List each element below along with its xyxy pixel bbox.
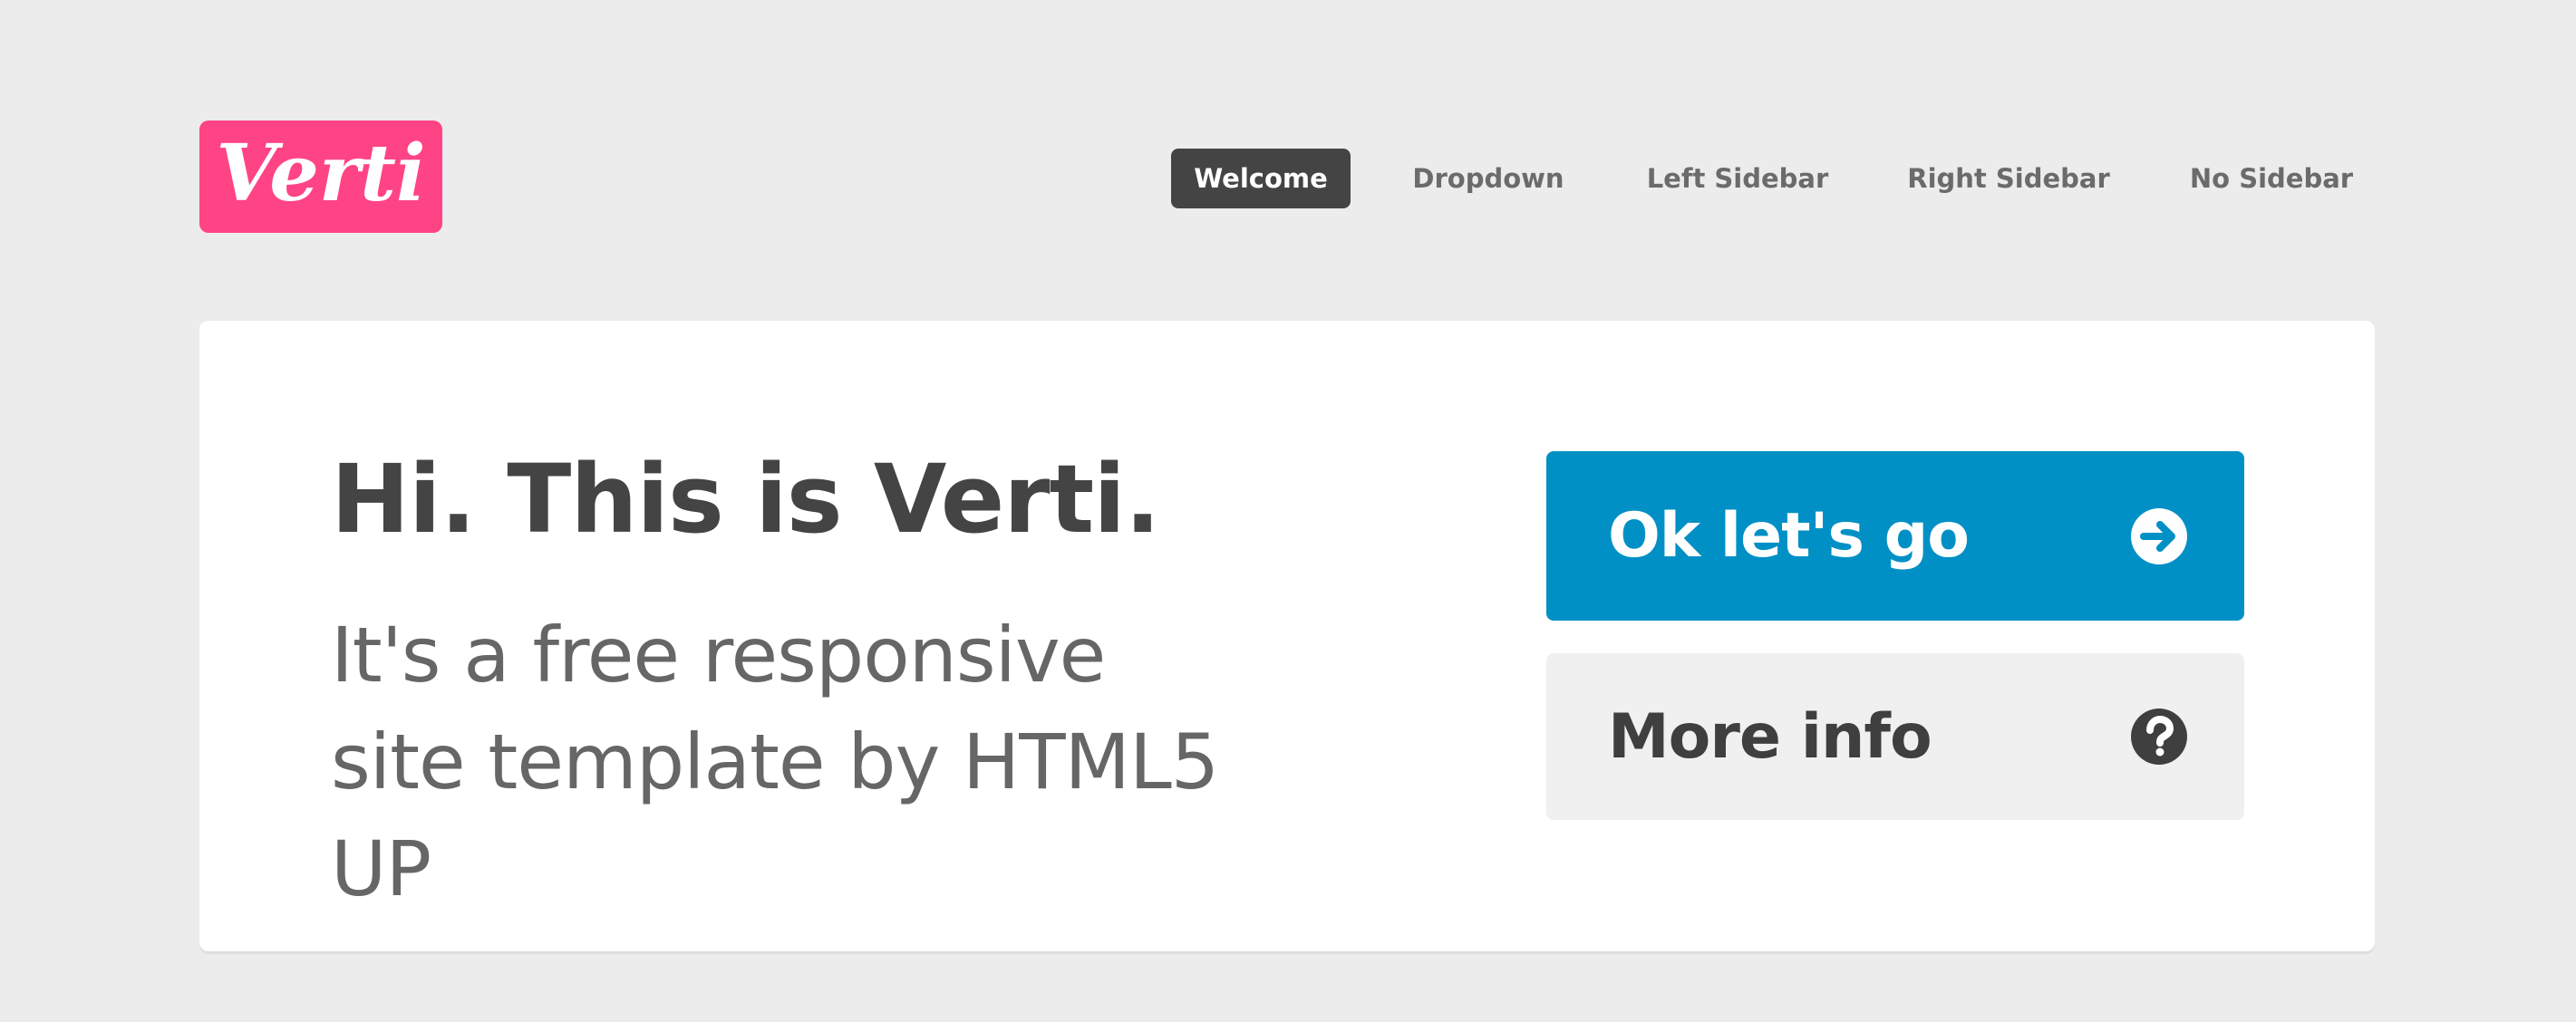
ok-lets-go-label: Ok let's go: [1608, 500, 1970, 572]
banner: Hi. This is Verti. It's a free responsiv…: [199, 321, 2375, 951]
nav-item-no-sidebar[interactable]: No Sidebar: [2176, 149, 2367, 208]
nav-item-right-sidebar[interactable]: Right Sidebar: [1897, 149, 2120, 208]
more-info-button[interactable]: More info: [1546, 653, 2244, 820]
nav-item-dropdown[interactable]: Dropdown: [1396, 149, 1581, 208]
more-info-label: More info: [1608, 700, 1932, 773]
nav-item-welcome[interactable]: Welcome: [1171, 149, 1351, 208]
question-circle-icon: [2130, 708, 2188, 766]
banner-headline: Hi. This is Verti.: [331, 444, 1160, 554]
nav-item-left-sidebar[interactable]: Left Sidebar: [1635, 149, 1840, 208]
main-nav: Welcome Dropdown Left Sidebar Right Side…: [0, 149, 2576, 208]
banner-subline: It's a free responsive site template by …: [331, 611, 1219, 913]
arrow-circle-right-icon: [2130, 507, 2188, 565]
ok-lets-go-button[interactable]: Ok let's go: [1546, 451, 2244, 621]
